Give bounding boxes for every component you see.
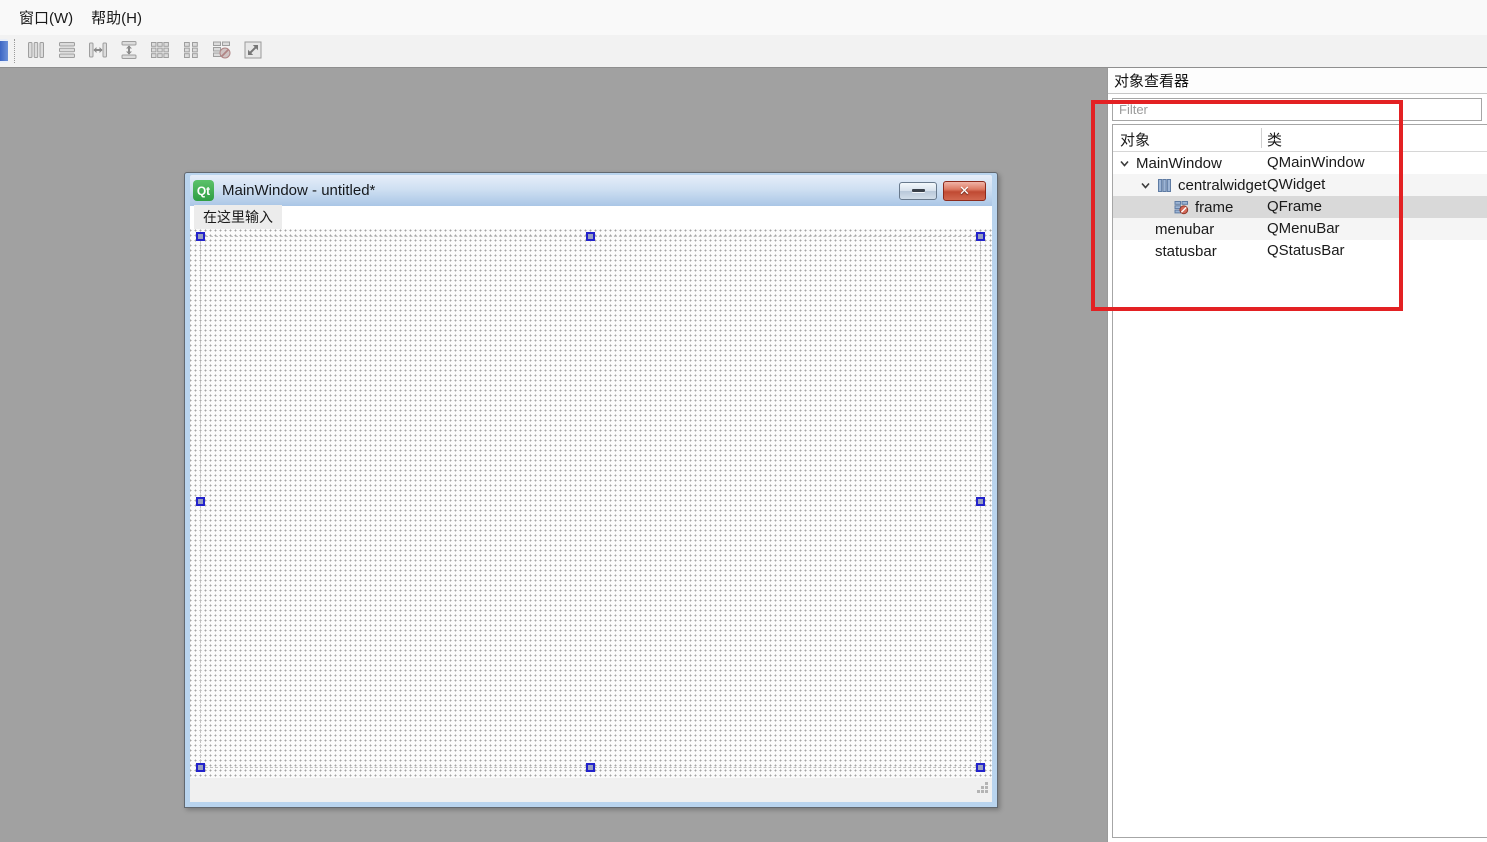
form-statusbar [190, 778, 992, 802]
resize-handle-bottom-left[interactable] [196, 763, 205, 772]
object-inspector-panel: 对象查看器 对象 类 MainWindow QMainWindow [1107, 68, 1487, 842]
tree-item-class: QStatusBar [1267, 242, 1345, 259]
tree-item-label: menubar [1155, 220, 1215, 238]
form-canvas[interactable] [190, 229, 992, 778]
toolbar-separator [14, 39, 15, 63]
widget-icon [1157, 178, 1172, 193]
tree-item-class: QMainWindow [1267, 154, 1365, 171]
layout-horizontal-icon [25, 39, 47, 64]
form-window-title: MainWindow - untitled* [222, 182, 376, 199]
break-layout-icon [211, 39, 233, 64]
tree-row-statusbar[interactable]: statusbar QStatusBar [1113, 240, 1487, 262]
close-icon: ✕ [959, 182, 970, 198]
tree-item-label: frame [1195, 198, 1234, 216]
resize-handle-top-left[interactable] [196, 232, 205, 241]
tree-item-class: QWidget [1267, 176, 1326, 193]
toolbar [0, 35, 1487, 68]
layout-vertical-icon [56, 39, 78, 64]
form-menubar: 在这里输入 [190, 205, 992, 230]
frame-icon [1174, 200, 1189, 215]
chevron-down-icon[interactable] [1140, 180, 1151, 191]
break-layout-button[interactable] [208, 38, 236, 64]
tree-row-mainwindow[interactable]: MainWindow QMainWindow [1113, 152, 1487, 174]
minimize-icon [911, 189, 925, 192]
tree-item-label: statusbar [1155, 242, 1217, 260]
resize-handle-mid-left[interactable] [196, 497, 205, 506]
menu-item-window[interactable]: 窗口(W) [10, 3, 82, 32]
tree-row-frame[interactable]: frame QFrame [1113, 196, 1487, 218]
column-divider[interactable] [1261, 128, 1262, 148]
menu-type-here-placeholder[interactable]: 在这里输入 [194, 205, 282, 230]
resize-handle-top-right[interactable] [976, 232, 985, 241]
selected-frame-widget[interactable] [196, 232, 985, 772]
minimize-button[interactable] [899, 181, 937, 200]
adjust-size-button[interactable] [239, 38, 267, 64]
tree-item-class: QFrame [1267, 198, 1323, 215]
adjust-size-icon [242, 39, 264, 64]
layout-split-vertical-button[interactable] [115, 38, 143, 64]
layout-horizontal-button[interactable] [22, 38, 50, 64]
resize-handle-bottom-center[interactable] [585, 763, 595, 772]
filter-input[interactable] [1112, 98, 1482, 121]
tree-item-label: MainWindow [1136, 154, 1222, 172]
resize-handle-mid-right[interactable] [976, 497, 985, 506]
qt-designer-app: 窗口(W) 帮助(H) Qt MainWindow - untitled* ✕ … [0, 0, 1487, 842]
chevron-down-icon[interactable] [1119, 158, 1130, 169]
tree-header[interactable]: 对象 类 [1113, 125, 1487, 152]
column-header-object[interactable]: 对象 [1120, 129, 1150, 150]
resize-handle-top-center[interactable] [585, 232, 595, 241]
tree-item-label: centralwidget [1178, 176, 1267, 194]
object-tree: 对象 类 MainWindow QMainWindow centralwidge… [1112, 124, 1487, 838]
menu-bar: 窗口(W) 帮助(H) [0, 0, 1487, 35]
layout-grid-icon [149, 39, 171, 64]
clipped-tool-icon[interactable] [0, 39, 8, 63]
layout-vertical-button[interactable] [53, 38, 81, 64]
tree-item-class: QMenuBar [1267, 220, 1340, 237]
close-button[interactable]: ✕ [943, 180, 986, 201]
object-inspector-title[interactable]: 对象查看器 [1108, 68, 1487, 94]
layout-grid-button[interactable] [146, 38, 174, 64]
size-grip-icon[interactable] [976, 781, 989, 799]
form-titlebar[interactable]: Qt MainWindow - untitled* ✕ [190, 175, 992, 206]
layout-form-icon [180, 39, 202, 64]
tree-row-menubar[interactable]: menubar QMenuBar [1113, 218, 1487, 240]
qt-logo-icon: Qt [193, 180, 214, 201]
resize-handle-bottom-right[interactable] [976, 763, 985, 772]
designer-form-window: Qt MainWindow - untitled* ✕ 在这里输入 [184, 172, 998, 808]
layout-split-horizontal-icon [87, 39, 109, 64]
layout-form-button[interactable] [177, 38, 205, 64]
menu-item-help[interactable]: 帮助(H) [82, 3, 151, 32]
layout-split-vertical-icon [118, 39, 140, 64]
tree-row-centralwidget[interactable]: centralwidget QWidget [1113, 174, 1487, 196]
column-header-class[interactable]: 类 [1267, 129, 1282, 150]
layout-split-horizontal-button[interactable] [84, 38, 112, 64]
